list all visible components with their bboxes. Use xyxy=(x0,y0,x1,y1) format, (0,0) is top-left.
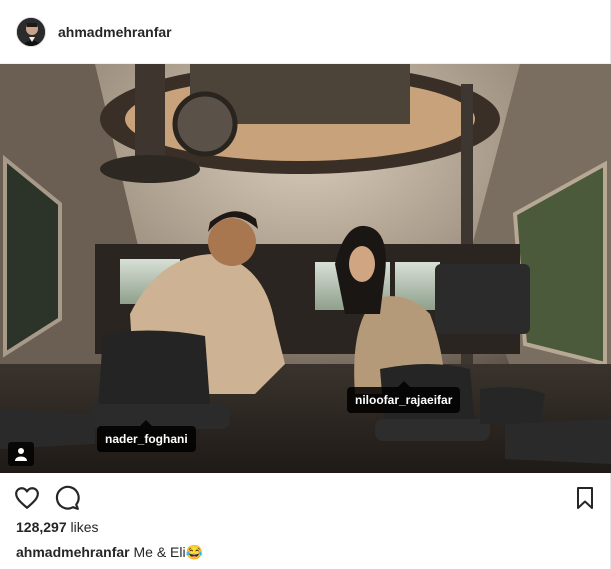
person-icon xyxy=(15,448,27,461)
bookmark-icon xyxy=(577,487,593,509)
caption-username[interactable]: ahmadmehranfar xyxy=(16,544,130,560)
photo-tag-nader[interactable]: nader_foghani xyxy=(97,420,196,452)
comment-icon xyxy=(55,485,80,510)
post-header: ahmadmehranfar xyxy=(0,0,611,64)
heart-icon xyxy=(15,487,39,509)
header-username[interactable]: ahmadmehranfar xyxy=(58,24,172,40)
post-actions xyxy=(0,473,611,521)
photo-scene xyxy=(0,64,611,473)
comment-button[interactable] xyxy=(54,485,80,511)
caption-text: Me & Eli😂 xyxy=(133,544,204,560)
instagram-post: ahmadmehranfar nader_foghani niloofar_ra… xyxy=(0,0,611,569)
avatar[interactable] xyxy=(16,16,46,47)
likes-count[interactable]: 128,297 likes xyxy=(16,519,99,535)
photo-tag-niloofar[interactable]: niloofar_rajaeifar xyxy=(347,381,461,413)
post-caption: ahmadmehranfar Me & Eli😂 xyxy=(16,544,203,561)
avatar-image xyxy=(17,17,45,46)
likes-label: likes xyxy=(70,519,99,535)
save-button[interactable] xyxy=(573,485,599,511)
likes-number: 128,297 xyxy=(16,519,67,535)
tagged-people-badge[interactable] xyxy=(8,442,34,466)
like-button[interactable] xyxy=(14,485,40,511)
post-photo[interactable]: nader_foghani niloofar_rajaeifar xyxy=(0,64,611,473)
